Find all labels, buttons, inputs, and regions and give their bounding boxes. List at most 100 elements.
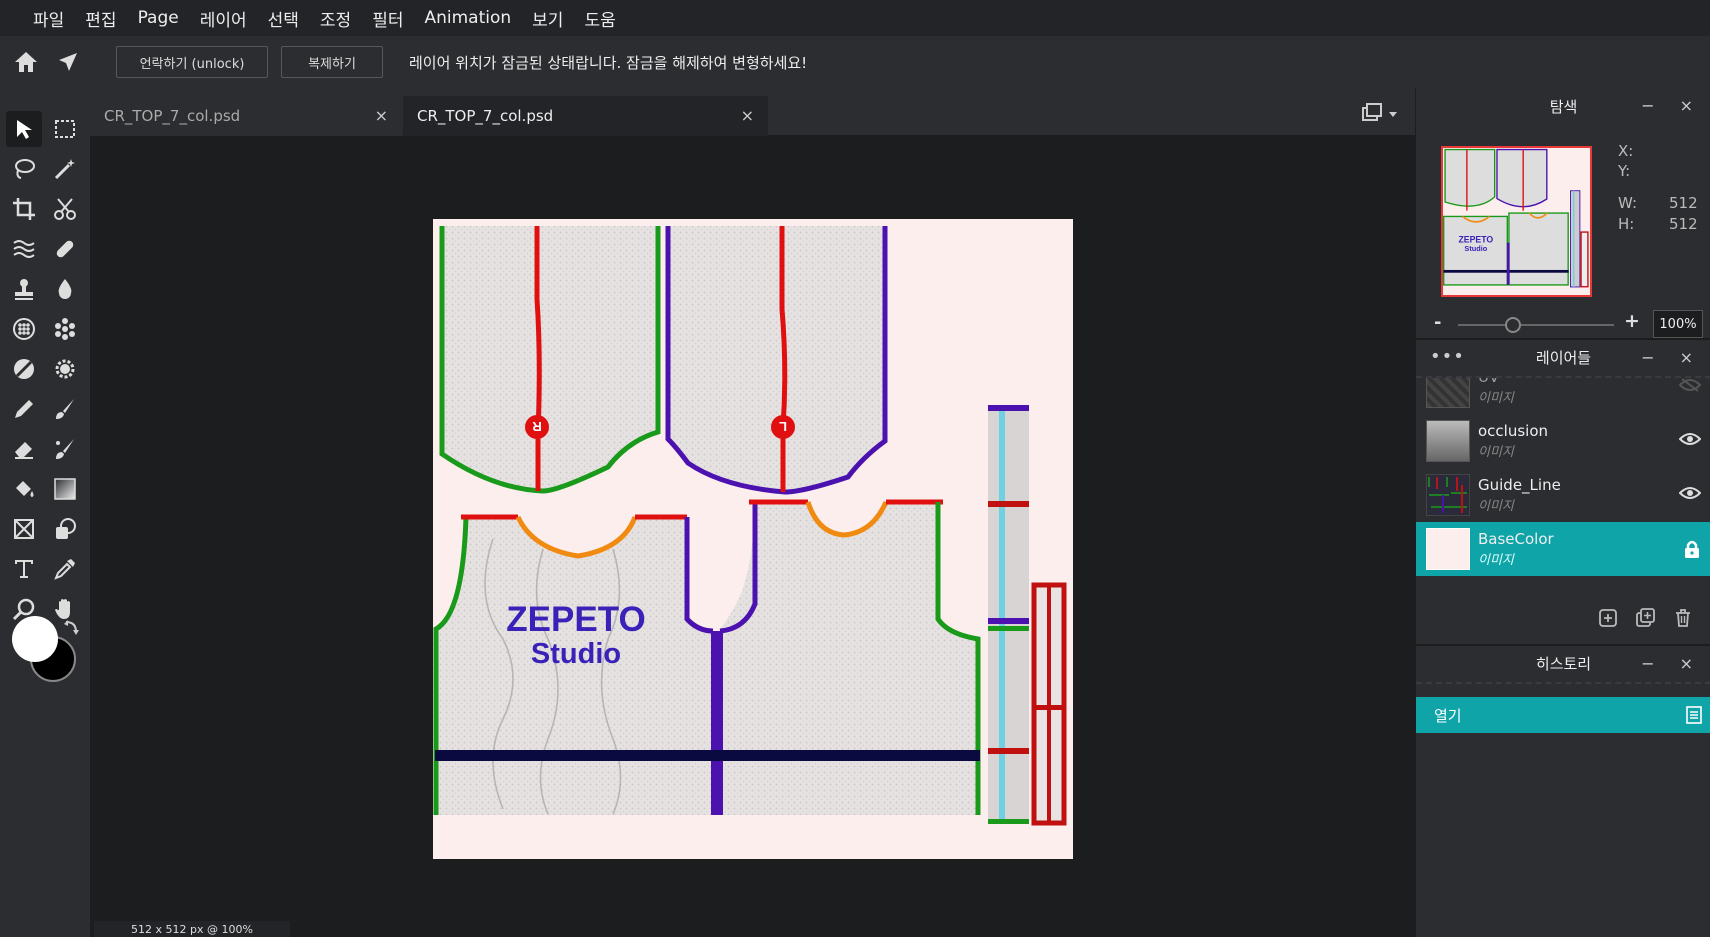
layer-name: Guide_Line: [1478, 476, 1561, 494]
panel-controls[interactable]: − ×: [1641, 96, 1703, 115]
menu-select[interactable]: 선택: [268, 6, 299, 31]
nav-thumb-logo-line2: Studio: [1464, 244, 1487, 253]
document-icon: [1685, 705, 1703, 729]
scissors-icon[interactable]: [47, 191, 83, 227]
menu-help[interactable]: 도움: [584, 6, 615, 31]
move-tool-icon[interactable]: [6, 111, 42, 147]
layers-more-icon[interactable]: •••: [1430, 346, 1465, 367]
layers-header: ••• 레이어들 − ×: [1416, 338, 1710, 374]
layer-type: 이미지: [1478, 553, 1514, 568]
brush-tool-icon[interactable]: [47, 391, 83, 427]
history-item-open[interactable]: 열기: [1416, 697, 1710, 733]
crop-tool-icon[interactable]: [6, 191, 42, 227]
eraser-tool-icon[interactable]: [6, 431, 42, 467]
pencil-tool-icon[interactable]: [6, 391, 42, 427]
menu-edit[interactable]: 편집: [85, 6, 116, 31]
frame-tool-icon[interactable]: [6, 511, 42, 547]
menu-adjust[interactable]: 조정: [320, 6, 351, 31]
layer-row-guide-line[interactable]: Guide_Line 이미지: [1416, 468, 1710, 522]
nav-w-label: W:: [1618, 194, 1638, 212]
tool-palette: [0, 88, 90, 937]
history-divider: [1416, 682, 1710, 684]
options-bar: 언락하기 (unlock) 복제하기 레이어 위치가 잠금된 상태랍니다. 잠금…: [0, 36, 1710, 88]
zoom-value-field[interactable]: 100%: [1653, 310, 1703, 338]
nav-thumb-logo-line1: ZEPETO: [1458, 235, 1493, 245]
shape-tool-icon[interactable]: [47, 511, 83, 547]
zoom-in-button[interactable]: +: [1624, 310, 1640, 332]
nav-x-label: X:: [1618, 142, 1634, 160]
navigator-title: 탐색: [1549, 97, 1578, 116]
zoom-slider-knob[interactable]: [1504, 317, 1521, 333]
menu-layer[interactable]: 레이어: [200, 6, 247, 31]
stamp-tool-icon[interactable]: [6, 271, 42, 307]
layer-thumbnail: [1426, 378, 1470, 408]
tab-document-1-label: CR_TOP_7_col.psd: [104, 107, 241, 125]
layer-type: 이미지: [1478, 391, 1514, 406]
layer-name: occlusion: [1478, 422, 1549, 440]
gradient-tool-icon[interactable]: [47, 471, 83, 507]
eyedropper-icon[interactable]: [47, 551, 83, 587]
drop-blur-icon[interactable]: [47, 271, 83, 307]
right-panel: 탐색 − × ZEPETO Studio X: Y: W: H: 512 512…: [1415, 88, 1710, 937]
history-header: 히스토리 − ×: [1416, 644, 1710, 680]
document-canvas[interactable]: R L ZEPETO Studio: [433, 219, 1073, 859]
dodge-tool-icon[interactable]: [6, 351, 42, 387]
move-tool-option-icon[interactable]: [48, 42, 88, 82]
sponge-tool-icon[interactable]: [6, 311, 42, 347]
duplicate-layer-icon[interactable]: [1636, 608, 1656, 632]
eye-icon[interactable]: [1678, 431, 1702, 451]
menu-view[interactable]: 보기: [532, 6, 563, 31]
eye-hidden-icon[interactable]: [1678, 378, 1702, 397]
trash-icon[interactable]: [1673, 608, 1693, 632]
menu-file[interactable]: 파일: [33, 6, 64, 31]
bandage-heal-icon[interactable]: [47, 231, 83, 267]
eye-icon[interactable]: [1678, 485, 1702, 505]
zoom-out-button[interactable]: -: [1434, 312, 1441, 333]
text-tool-icon[interactable]: [6, 551, 42, 587]
window-arrange-icon[interactable]: [1361, 102, 1401, 128]
nav-y-label: Y:: [1618, 162, 1631, 180]
layer-name: UV: [1478, 376, 1500, 386]
spot-pattern-icon[interactable]: [47, 311, 83, 347]
layer-row-uv[interactable]: UV 이미지: [1416, 376, 1710, 414]
nav-h-label: H:: [1618, 215, 1635, 233]
navigator-header: 탐색 − ×: [1416, 88, 1710, 124]
zoom-slider-track[interactable]: [1458, 324, 1614, 326]
lock-icon[interactable]: [1683, 539, 1701, 563]
magic-wand-tool-icon[interactable]: [47, 151, 83, 187]
menu-page[interactable]: Page: [138, 8, 179, 28]
layer-row-occlusion[interactable]: occlusion 이미지: [1416, 414, 1710, 468]
lasso-tool-icon[interactable]: [6, 151, 42, 187]
clone-brush-icon[interactable]: [47, 431, 83, 467]
tab-document-1[interactable]: CR_TOP_7_col.psd ×: [90, 96, 402, 136]
nav-w-value: 512: [1669, 194, 1698, 212]
layer-name: BaseColor: [1478, 530, 1554, 548]
navigator-thumbnail[interactable]: ZEPETO Studio: [1441, 146, 1592, 297]
layer-actions: [1416, 600, 1710, 636]
liquify-tool-icon[interactable]: [6, 231, 42, 267]
document-tabs: CR_TOP_7_col.psd × CR_TOP_7_col.psd ×: [90, 88, 1415, 136]
unlock-button[interactable]: 언락하기 (unlock): [116, 46, 268, 78]
panel-controls[interactable]: − ×: [1641, 654, 1703, 673]
menu-bar: 파일 편집 Page 레이어 선택 조정 필터 Animation 보기 도움: [0, 0, 1710, 36]
swap-colors-icon[interactable]: [62, 618, 80, 636]
duplicate-button[interactable]: 복제하기: [281, 46, 383, 78]
tab-document-2[interactable]: CR_TOP_7_col.psd ×: [403, 96, 768, 136]
zepeto-logo-line2: Studio: [531, 638, 621, 670]
sharpen-gear-icon[interactable]: [47, 351, 83, 387]
layer-thumbnail: [1426, 420, 1470, 462]
texture-artwork: R L ZEPETO Studio: [433, 226, 1067, 826]
close-icon[interactable]: ×: [375, 106, 388, 125]
home-icon[interactable]: [6, 42, 46, 82]
menu-animation[interactable]: Animation: [424, 8, 511, 28]
foreground-color-swatch[interactable]: [12, 616, 58, 662]
menu-filter[interactable]: 필터: [372, 6, 403, 31]
layer-row-basecolor[interactable]: BaseColor 이미지: [1416, 522, 1710, 576]
layers-list: UV 이미지 occlusion 이미지 Guide_Line 이미지 Base…: [1416, 376, 1710, 683]
close-icon[interactable]: ×: [741, 106, 754, 125]
paint-bucket-icon[interactable]: [6, 471, 42, 507]
marquee-tool-icon[interactable]: [47, 111, 83, 147]
layer-thumbnail: [1426, 528, 1470, 570]
panel-controls[interactable]: − ×: [1641, 348, 1703, 367]
add-layer-icon[interactable]: [1598, 608, 1618, 632]
